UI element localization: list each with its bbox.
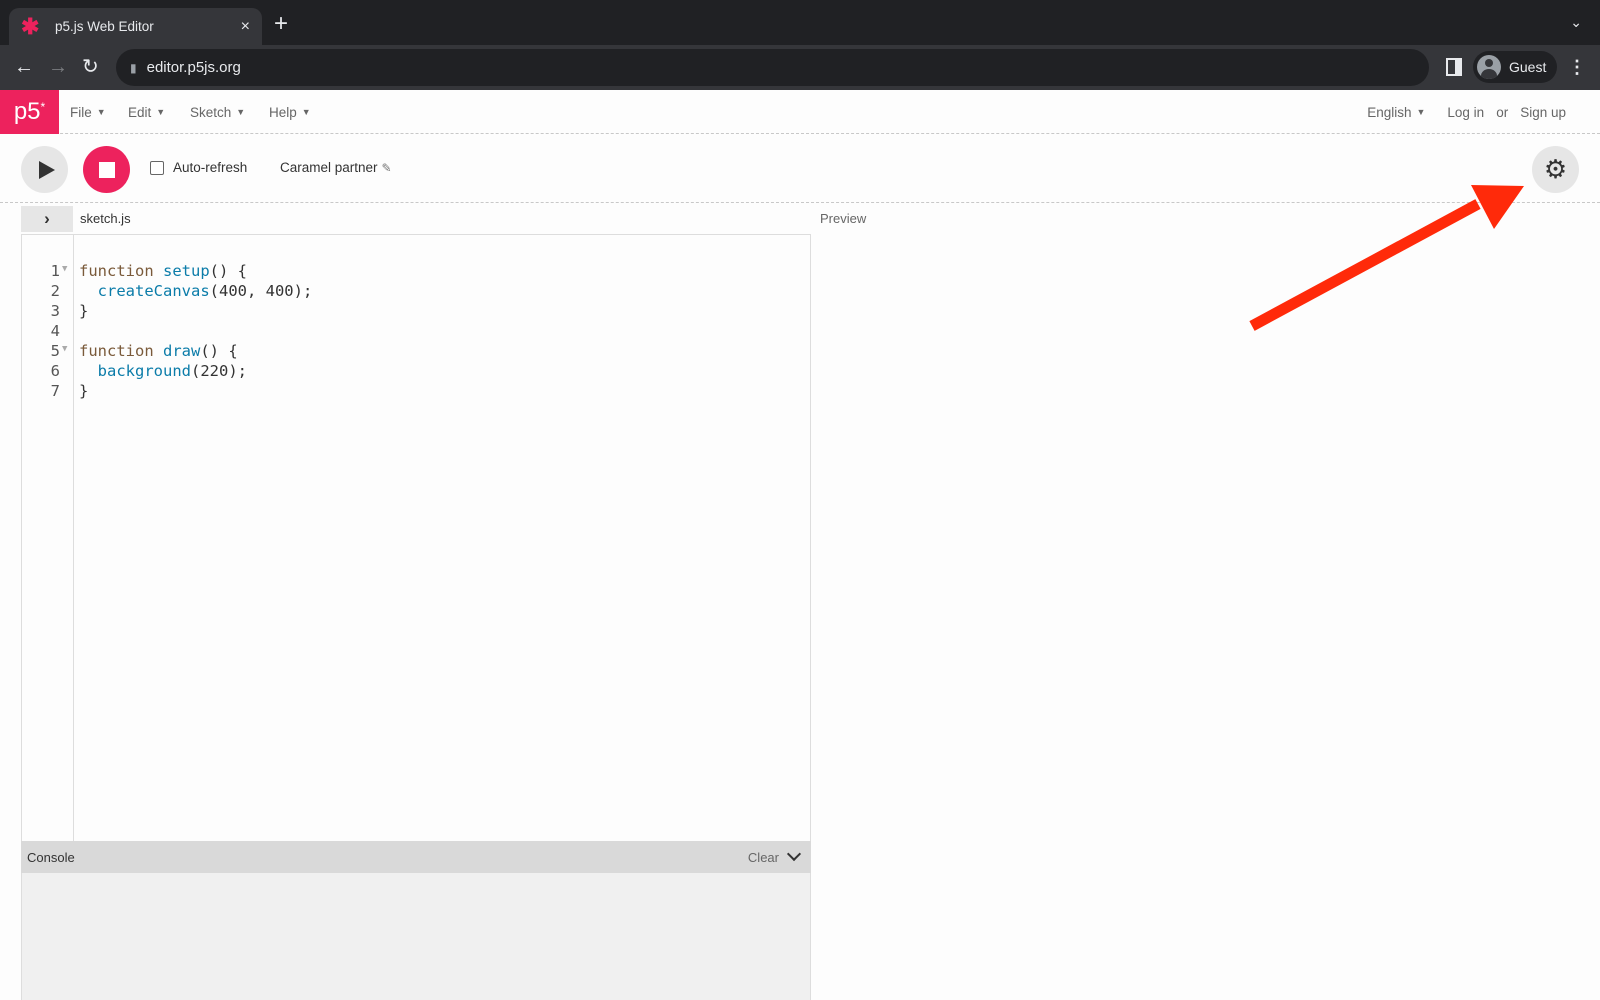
logo-text: p5	[13, 98, 41, 125]
profile-name: Guest	[1509, 59, 1547, 75]
console-header: Console Clear	[21, 841, 811, 873]
keyword: function	[79, 262, 154, 280]
tab-close-icon[interactable]: ×	[241, 18, 250, 36]
console-output	[21, 873, 811, 1000]
line-number: 3	[50, 302, 60, 320]
keyword: function	[79, 342, 154, 360]
logo-asterisk: *	[40, 100, 46, 114]
caret-down-icon: ▼	[236, 107, 246, 117]
line-number: 6	[50, 362, 60, 380]
browser-menu-icon[interactable]: ⋮	[1568, 55, 1586, 79]
sketch-name[interactable]: Caramel partner ✎	[280, 160, 392, 175]
menu-file-label: File	[70, 104, 92, 120]
browser-tab[interactable]: ✱ p5.js Web Editor ×	[9, 8, 262, 45]
pencil-icon[interactable]: ✎	[382, 161, 392, 175]
p5-asterisk-icon: ✱	[21, 13, 40, 39]
function-call: background	[97, 362, 191, 380]
sketch-name-label: Caramel partner	[280, 160, 378, 175]
auto-refresh-label[interactable]: Auto-refresh	[173, 160, 247, 175]
browser-tab-strip: ✱ p5.js Web Editor × + ⌄	[0, 0, 1600, 45]
lock-icon: ▮	[130, 60, 137, 75]
menu-sketch[interactable]: Sketch ▼	[190, 90, 245, 134]
code-editor[interactable]: 1 ▼ function setup() { 2 createCanvas(40…	[21, 234, 811, 841]
forward-button[interactable]: →	[48, 55, 68, 79]
function-call: createCanvas	[97, 282, 210, 300]
caret-down-icon: ▼	[1416, 107, 1426, 117]
p5-logo[interactable]: p5 *	[0, 90, 59, 134]
function-name: setup	[163, 262, 210, 280]
code-text: () {	[200, 342, 238, 360]
gear-icon: ⚙	[1543, 154, 1568, 184]
fold-arrow-icon[interactable]: ▼	[62, 259, 67, 279]
code-lines: 1 ▼ function setup() { 2 createCanvas(40…	[22, 261, 810, 401]
code-line: 5 ▼ function draw() {	[22, 341, 810, 361]
menu-sketch-label: Sketch	[190, 104, 232, 120]
language-label: English	[1367, 104, 1412, 120]
code-text: (400, 400);	[209, 282, 313, 300]
fold-arrow-icon[interactable]: ▼	[62, 339, 67, 359]
line-number: 5	[50, 342, 60, 360]
language-select[interactable]: English ▼	[1355, 90, 1425, 134]
new-tab-button[interactable]: +	[274, 12, 288, 36]
code-text: }	[79, 382, 89, 400]
back-button[interactable]: ←	[14, 55, 34, 79]
console-label: Console	[27, 849, 75, 865]
function-name: draw	[163, 342, 201, 360]
url-text[interactable]: editor.p5js.org	[147, 59, 241, 76]
settings-gear-button[interactable]: ⚙	[1532, 146, 1579, 193]
avatar-icon	[1477, 55, 1501, 79]
login-link[interactable]: Log in	[1447, 105, 1484, 120]
code-line: 1 ▼ function setup() {	[22, 261, 810, 281]
address-bar[interactable]: ▮ editor.p5js.org	[116, 49, 1429, 86]
caret-down-icon: ▼	[301, 107, 311, 117]
auto-refresh-checkbox[interactable]	[150, 160, 164, 175]
code-text: }	[79, 302, 89, 320]
menu-file[interactable]: File ▼	[70, 90, 106, 134]
code-line: 3 }	[22, 301, 810, 321]
sketch-toolbar: Auto-refresh Caramel partner ✎ ⚙	[0, 135, 1600, 203]
tab-search-chevron-icon[interactable]: ⌄	[1570, 14, 1582, 31]
code-line: 7 }	[22, 381, 810, 401]
menu-help[interactable]: Help ▼	[269, 90, 311, 134]
caret-down-icon: ▼	[156, 107, 166, 117]
preview-label: Preview	[820, 211, 867, 226]
file-name: sketch.js	[80, 211, 131, 226]
signup-link[interactable]: Sign up	[1520, 105, 1566, 120]
app-nav: p5 * File ▼ Edit ▼ Sketch ▼ Help ▼ English ▼ L…	[0, 90, 1600, 134]
menu-help-label: Help	[269, 104, 297, 120]
account-nav: English ▼ Log in or Sign up	[1355, 90, 1566, 134]
code-text: () {	[209, 262, 247, 280]
file-bar: › sketch.js	[21, 205, 811, 233]
preview-pane	[812, 234, 1600, 1000]
line-number: 1	[50, 262, 60, 280]
caret-down-icon: ▼	[96, 107, 106, 117]
line-number: 4	[50, 322, 60, 340]
console-clear-button[interactable]: Clear	[748, 850, 779, 865]
code-text: (220);	[191, 362, 247, 380]
chevron-down-icon[interactable]	[786, 846, 802, 862]
profile-button[interactable]: Guest	[1473, 51, 1557, 83]
auto-refresh: Auto-refresh	[150, 160, 247, 175]
side-panel-icon[interactable]	[1446, 58, 1462, 76]
chevron-right-icon: ›	[44, 209, 50, 228]
or-text: or	[1496, 104, 1509, 120]
menu-edit[interactable]: Edit ▼	[128, 90, 165, 134]
play-button[interactable]	[21, 146, 68, 193]
stop-button[interactable]	[83, 146, 130, 193]
reload-button[interactable]: ↻	[82, 55, 99, 79]
sidebar-toggle-button[interactable]: ›	[21, 206, 73, 232]
browser-toolbar: ← → ↻ ▮ editor.p5js.org Guest ⋮	[0, 45, 1600, 90]
tab-title: p5.js Web Editor	[55, 19, 154, 34]
code-line: 4	[22, 321, 810, 341]
line-number: 2	[50, 282, 60, 300]
line-number: 7	[50, 382, 60, 400]
menu-edit-label: Edit	[128, 104, 152, 120]
code-line: 6 background(220);	[22, 361, 810, 381]
code-line: 2 createCanvas(400, 400);	[22, 281, 810, 301]
